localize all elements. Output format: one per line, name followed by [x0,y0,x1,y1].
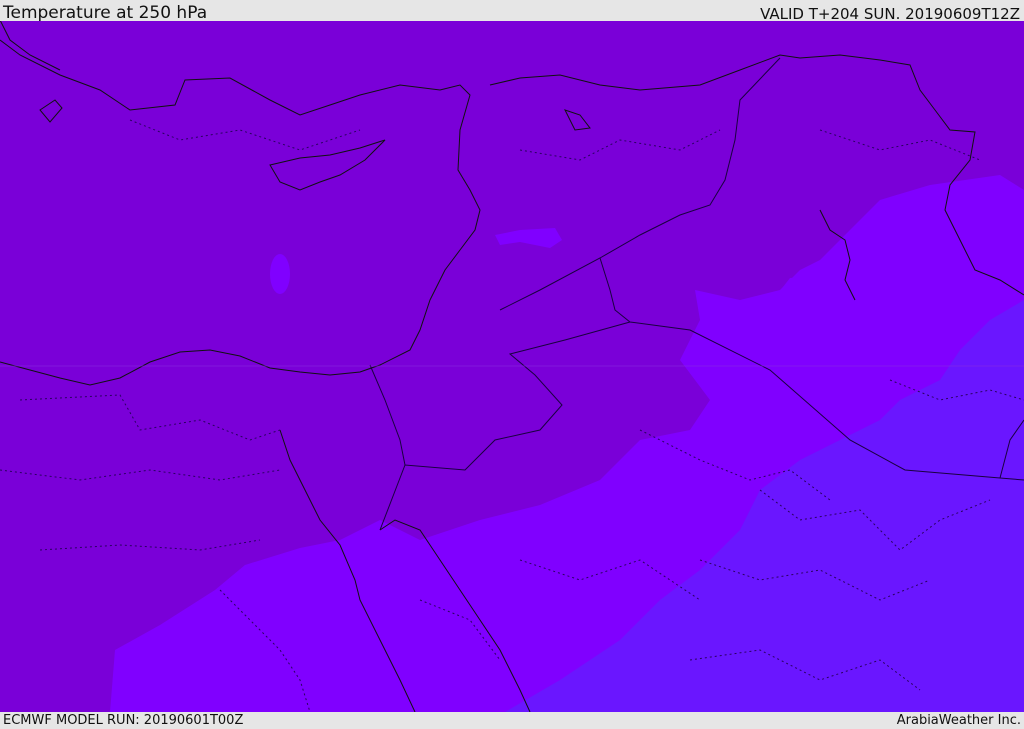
map-header: Temperature at 250 hPa VALID T+204 SUN. … [0,0,1024,23]
map-footer: ECMWF MODEL RUN: 20190601T00Z ArabiaWeat… [0,712,1024,729]
model-run-label: ECMWF MODEL RUN: 20190601T00Z [3,713,244,728]
map-title: Temperature at 250 hPa [3,3,208,23]
temperature-patch-sea [270,254,290,294]
valid-time: VALID T+204 SUN. 20190609T12Z [760,5,1020,23]
credit-label: ArabiaWeather Inc. [896,713,1021,728]
temperature-map[interactable] [0,21,1024,712]
